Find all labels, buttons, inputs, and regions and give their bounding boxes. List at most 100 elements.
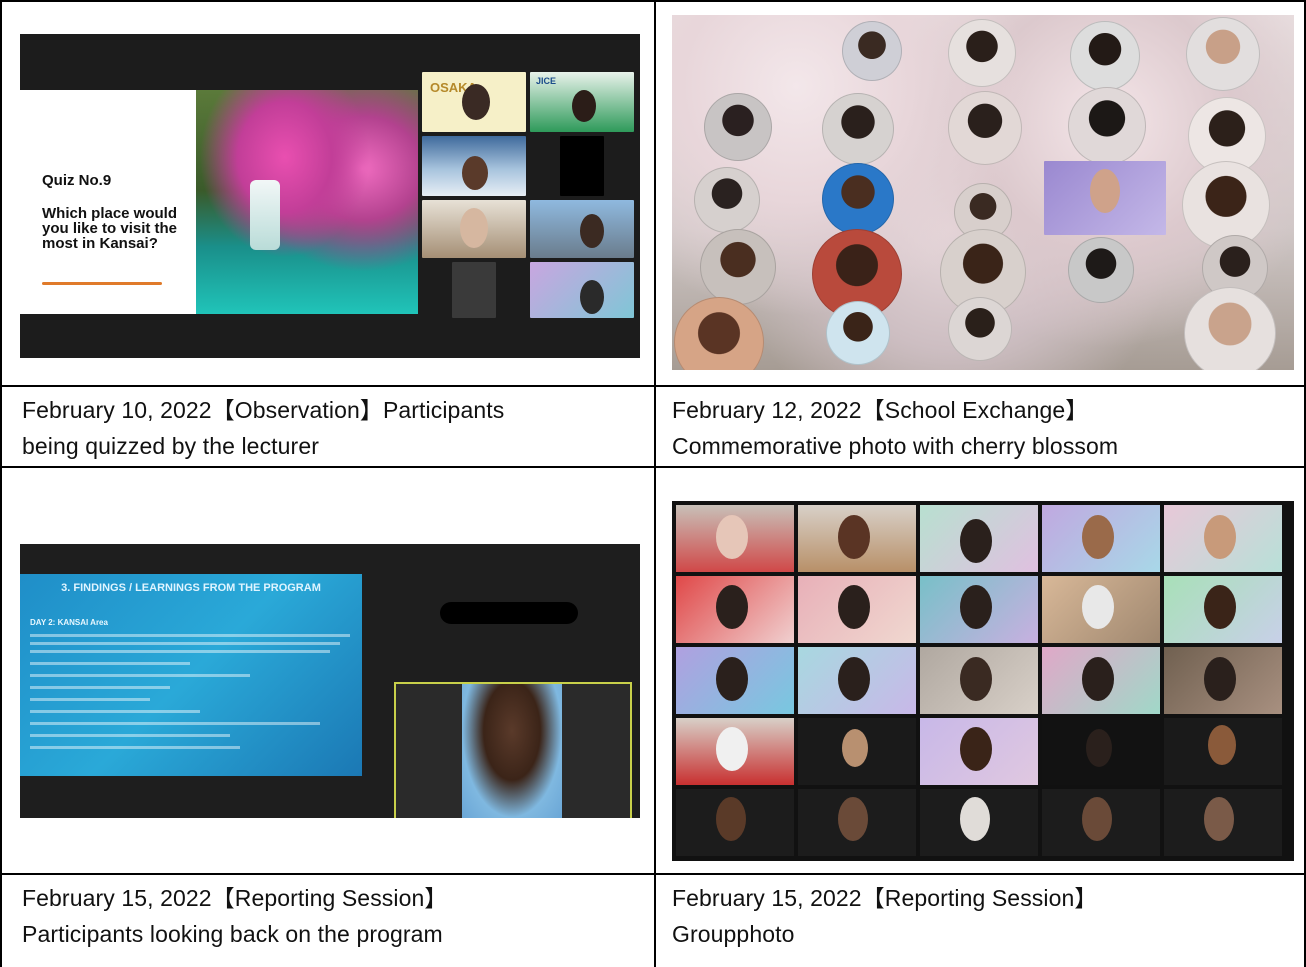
caption-reporting-session-2-line1: February 15, 2022【Reporting Session】 <box>672 885 1098 911</box>
participant-tile-fuji <box>422 136 526 196</box>
participant-face <box>716 727 748 771</box>
slide-text-line <box>30 722 320 725</box>
participant-face <box>460 208 488 248</box>
participant-face <box>1208 725 1236 765</box>
slide-text-line <box>30 634 350 637</box>
waterfall-stream <box>250 180 280 250</box>
table-divider-1 <box>0 385 1306 387</box>
participant-tile-lecturer <box>422 200 526 258</box>
slide-text-line <box>30 734 230 737</box>
table-divider-2 <box>0 466 1306 468</box>
participant-circle <box>1184 287 1276 370</box>
participant-circle <box>822 163 894 235</box>
participant-tile-city <box>530 200 634 258</box>
participant-face <box>838 657 870 701</box>
participant-circle <box>826 301 890 365</box>
report-slide: 3. FINDINGS / LEARNINGS FROM THE PROGRAM… <box>20 574 362 776</box>
participant-face <box>960 727 992 771</box>
participant-face <box>960 519 992 563</box>
slide-text-line <box>30 674 250 677</box>
photo-table: Quiz No.9 Which place would you like to … <box>0 0 1306 967</box>
participant-face <box>462 156 488 190</box>
participant-circle <box>704 93 772 161</box>
participant-tile-dark <box>452 262 496 318</box>
waterfall-image <box>196 90 418 314</box>
photo-reporting-session: 3. FINDINGS / LEARNINGS FROM THE PROGRAM… <box>20 544 640 818</box>
slide-text-line <box>30 642 340 645</box>
participant-face <box>960 585 992 629</box>
caption-reporting-session-1-line1: February 15, 2022【Reporting Session】 <box>22 885 448 911</box>
caption-school-exchange-line1: February 12, 2022【School Exchange】 <box>672 397 1089 423</box>
participant-circle <box>948 19 1016 87</box>
quiz-slide: Quiz No.9 Which place would you like to … <box>20 90 418 314</box>
participant-tile-logo: OSAKA <box>422 72 526 132</box>
participant-face <box>1082 797 1112 841</box>
participant-circle <box>1186 17 1260 91</box>
participant-tile-jice: JICE <box>530 72 634 132</box>
caption-reporting-session-1-line2: Participants looking back on the program <box>22 921 443 947</box>
photo-quiz-session: Quiz No.9 Which place would you like to … <box>20 34 640 358</box>
participant-face <box>716 515 748 559</box>
caption-reporting-session-2-line2: Groupphoto <box>672 921 795 947</box>
quiz-question: Which place would you like to visit the … <box>42 205 178 252</box>
table-border-top <box>0 0 1306 2</box>
slide-text-line <box>30 686 170 689</box>
quiz-title: Quiz No.9 <box>42 172 112 189</box>
slide-text-line <box>30 710 200 713</box>
table-border-center <box>654 0 656 967</box>
redacted-name <box>440 602 578 624</box>
jice-badge: JICE <box>536 76 557 86</box>
slide-text-line <box>30 662 190 665</box>
participant-tile-jenesys <box>1044 161 1166 235</box>
caption-school-exchange-line2: Commemorative photo with cherry blossom <box>672 433 1119 459</box>
participant-circle <box>948 297 1012 361</box>
participant-circle <box>1068 237 1134 303</box>
caption-observation-line1: February 10, 2022【Observation】Participan… <box>22 397 505 423</box>
participant-face <box>1082 515 1114 559</box>
participant-circle <box>822 93 894 165</box>
participant-face <box>572 90 596 122</box>
table-divider-3 <box>0 873 1306 875</box>
caption-observation: February 10, 2022【Observation】Participan… <box>22 392 647 464</box>
slide-text-line <box>30 650 330 653</box>
participant-face <box>960 657 992 701</box>
caption-reporting-session-1: February 15, 2022【Reporting Session】 Par… <box>22 880 647 952</box>
participant-face <box>1204 515 1236 559</box>
caption-school-exchange: February 12, 2022【School Exchange】 Comme… <box>672 392 1297 464</box>
participant-circle <box>1068 87 1146 165</box>
photo-group <box>672 501 1294 861</box>
participant-face <box>838 585 870 629</box>
participant-face <box>580 214 604 248</box>
caption-observation-line2: being quizzed by the lecturer <box>22 433 319 459</box>
participant-circle <box>1070 21 1140 91</box>
participant-circle <box>700 229 776 305</box>
participant-face <box>716 797 746 841</box>
photo-cherry-blossom <box>672 15 1294 370</box>
report-slide-title: 3. FINDINGS / LEARNINGS FROM THE PROGRAM <box>61 582 321 594</box>
presentation-screen: 3. FINDINGS / LEARNINGS FROM THE PROGRAM… <box>20 544 640 818</box>
participant-tile-jenesys <box>530 262 634 318</box>
participant-face <box>716 657 748 701</box>
participant-face <box>580 280 604 314</box>
participant-circle <box>842 21 902 81</box>
participant-face <box>1204 657 1236 701</box>
participant-tile-black <box>560 136 604 196</box>
participant-face <box>842 729 868 767</box>
participant-face <box>838 515 870 559</box>
participant-face <box>1204 797 1234 841</box>
participant-circle <box>694 167 760 233</box>
participant-face <box>1082 657 1114 701</box>
participant-face <box>1204 585 1236 629</box>
speaker-video <box>462 684 562 818</box>
quiz-underline <box>42 282 162 285</box>
participant-face <box>1090 169 1120 213</box>
gallery-view <box>672 501 1294 861</box>
participant-face <box>1082 585 1114 629</box>
participant-circle <box>948 91 1022 165</box>
participant-face <box>716 585 748 629</box>
table-border-left <box>0 0 2 967</box>
slide-text-line <box>30 746 240 749</box>
report-slide-subtitle: DAY 2: KANSAI Area <box>30 618 108 627</box>
participant-face <box>838 797 868 841</box>
participant-face <box>960 797 990 841</box>
